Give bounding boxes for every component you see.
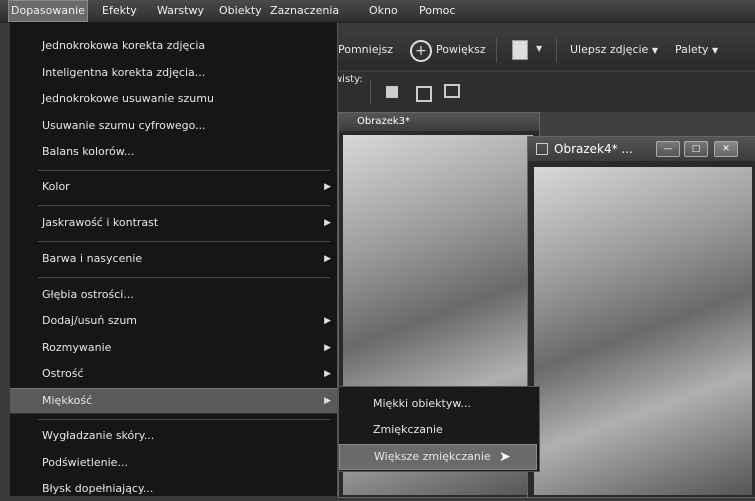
chevron-right-icon: ▶: [324, 218, 331, 228]
menu-item-blur[interactable]: Rozmywanie ▶: [10, 336, 337, 360]
menu-item-brightness-contrast[interactable]: Jaskrawość i kontrast ▶: [10, 211, 337, 235]
menu-item-color[interactable]: Kolor ▶: [10, 175, 337, 199]
menu-item-one-step-fix[interactable]: Jednokrokowa korekta zdjęcia: [10, 34, 337, 58]
menu-efekty[interactable]: Efekty: [100, 0, 139, 22]
softness-submenu: Miękki obiektyw... Zmiękczanie Większe z…: [338, 386, 540, 472]
menu-item-add-remove-noise[interactable]: Dodaj/usuń szum ▶: [10, 309, 337, 333]
enhance-photo-button[interactable]: Ulepsz zdjęcie ▼: [570, 30, 658, 70]
window-icon: [536, 143, 548, 155]
menu-warstwy[interactable]: Warstwy: [155, 0, 206, 22]
toolbar-divider: [370, 80, 371, 104]
menu-separator: [38, 419, 330, 420]
chevron-right-icon: ▶: [324, 343, 331, 353]
chevron-right-icon: ▶: [324, 396, 331, 406]
menu-item-hue-saturation[interactable]: Barwa i nasycenie ▶: [10, 247, 337, 271]
options-toolbar: wisty:: [330, 72, 755, 112]
zoom-in-button[interactable]: Powiększ: [436, 30, 486, 70]
menu-item-one-step-noise[interactable]: Jednokrokowe usuwanie szumu: [10, 87, 337, 111]
toolbar-divider: [556, 38, 557, 62]
menu-item-color-balance[interactable]: Balans kolorów...: [10, 140, 337, 164]
chevron-right-icon: ▶: [324, 254, 331, 264]
menu-item-skin-smoothing[interactable]: Wygładzanie skóry...: [10, 424, 337, 448]
document-icon[interactable]: [512, 40, 528, 60]
menu-item-digital-noise[interactable]: Usuwanie szumu cyfrowego...: [10, 114, 337, 138]
menu-item-backlighting[interactable]: Podświetlenie...: [10, 451, 337, 475]
close-button[interactable]: ✕: [714, 141, 738, 157]
fit-icon[interactable]: [386, 86, 398, 98]
image-window-front[interactable]: Obrazek4* ... — □ ✕: [527, 136, 755, 498]
chevron-down-icon: ▼: [712, 46, 719, 55]
submenu-item-soften[interactable]: Zmiękczanie: [339, 418, 539, 442]
menu-bar: Dopasowanie Efekty Warstwy Obiekty Zazna…: [0, 0, 755, 23]
menu-item-depth-of-field[interactable]: Głębia ostrości...: [10, 283, 337, 307]
window-title-bar[interactable]: Obrazek3*: [339, 113, 539, 131]
chevron-down-icon[interactable]: ▼: [536, 44, 542, 53]
menu-separator: [38, 277, 330, 278]
chevron-right-icon: ▶: [324, 182, 331, 192]
chevron-down-icon: ▼: [651, 46, 658, 55]
menu-pomoc[interactable]: Pomoc: [417, 0, 457, 22]
zoom-in-icon[interactable]: +: [410, 40, 432, 62]
menu-item-fill-flash[interactable]: Błysk dopełniający...: [10, 477, 337, 501]
mouse-cursor-icon: ➤: [499, 449, 511, 465]
main-toolbar: Pomniejsz + Powiększ ▼ Ulepsz zdjęcie ▼ …: [330, 30, 755, 70]
menu-item-softness[interactable]: Miękkość ▶: [10, 388, 337, 414]
fullscreen-icon[interactable]: [444, 84, 460, 98]
submenu-item-soft-lens[interactable]: Miękki obiektyw...: [339, 392, 539, 416]
actual-size-icon[interactable]: [416, 86, 432, 102]
chevron-right-icon: ▶: [324, 316, 331, 326]
maximize-button[interactable]: □: [684, 141, 708, 157]
menu-okno[interactable]: Okno: [367, 0, 400, 22]
options-label: wisty:: [334, 74, 363, 85]
photo-canvas[interactable]: [534, 167, 752, 495]
menu-item-smart-fix[interactable]: Inteligentna korekta zdjęcia...: [10, 61, 337, 85]
menu-dopasowanie[interactable]: Dopasowanie: [8, 0, 88, 22]
menu-separator: [38, 170, 330, 171]
adjust-menu: Jednokrokowa korekta zdjęcia Inteligentn…: [10, 22, 338, 496]
menu-item-sharpness[interactable]: Ostrość ▶: [10, 362, 337, 386]
palettes-button[interactable]: Palety ▼: [675, 30, 718, 70]
minimize-button[interactable]: —: [656, 141, 680, 157]
menu-separator: [38, 241, 330, 242]
menu-zaznaczenia[interactable]: Zaznaczenia: [268, 0, 341, 22]
menu-separator: [38, 205, 330, 206]
toolbar-divider: [496, 38, 497, 62]
chevron-right-icon: ▶: [324, 369, 331, 379]
menu-obiekty[interactable]: Obiekty: [217, 0, 264, 22]
